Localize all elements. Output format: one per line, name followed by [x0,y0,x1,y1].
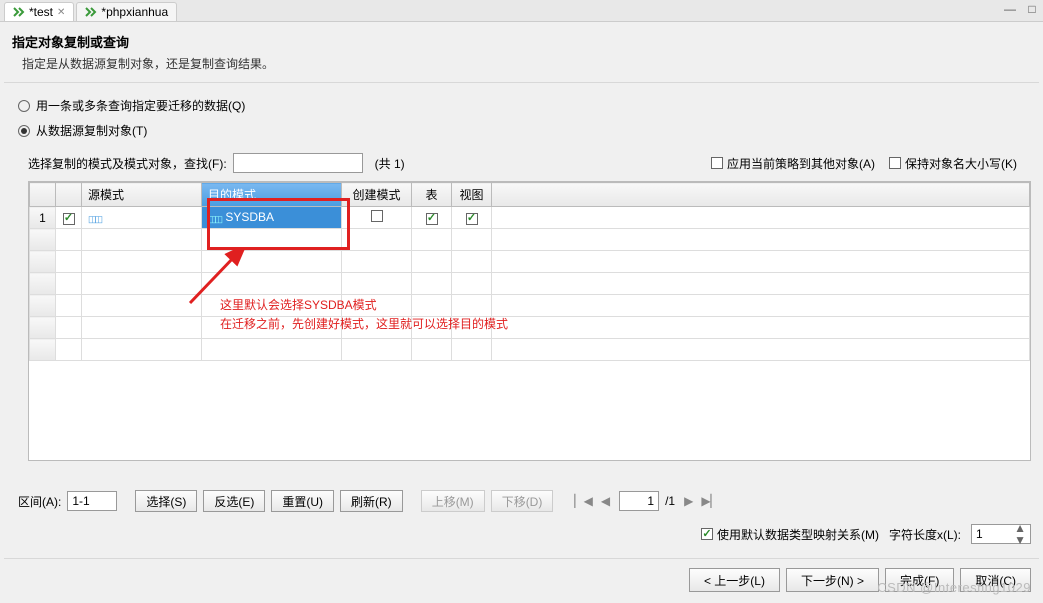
apply-policy-option[interactable]: 应用当前策略到其他对象(A) [711,155,875,172]
spinner[interactable]: ▲▼ [1014,522,1026,546]
table-controls: 区间(A): 选择(S) 反选(E) 重置(U) 刷新(R) 上移(M) 下移(… [18,490,1031,512]
col-rownum [30,183,56,207]
opt-label: 使用默认数据类型映射关系(M) [717,526,879,543]
invert-button[interactable]: 反选(E) [203,490,265,512]
radio-label: 从数据源复制对象(T) [36,122,147,139]
opt-label: 应用当前策略到其他对象(A) [727,155,875,172]
col-create-schema[interactable]: 创建模式 [342,183,412,207]
radio-icon [18,125,30,137]
checkbox-icon [889,157,901,169]
mapping-controls: 使用默认数据类型映射关系(M) 字符长度x(L): 1 ▲▼ [18,524,1031,544]
mode-radio-group: 用一条或多条查询指定要迁移的数据(Q) 从数据源复制对象(T) [0,83,1043,147]
maximize-icon[interactable]: □ [1025,2,1039,16]
schema-icon [208,211,222,225]
col-dest-schema[interactable]: 目的模式 [202,183,342,207]
char-len-field[interactable]: 1 ▲▼ [971,524,1031,544]
col-table[interactable]: 表 [412,183,452,207]
tab-label: *test [29,5,53,19]
col-view[interactable]: 视图 [452,183,492,207]
annotation-line1: 这里默认会选择SYSDBA模式 [220,296,508,315]
minimize-icon[interactable]: — [1003,2,1017,16]
col-source-schema[interactable]: 源模式 [82,183,202,207]
find-label: 选择复制的模式及模式对象，查找(F): [28,155,227,172]
char-len-label: 字符长度x(L): [889,526,961,543]
table-row[interactable]: 1 SYSDBA [30,207,1030,229]
pager: ▶ ▶▏ [681,494,723,508]
checkbox-icon [701,528,713,540]
table-header-row: 源模式 目的模式 创建模式 表 视图 [30,183,1030,207]
wizard-nav: < 上一步(L) 下一步(N) > 完成(F) 取消(C) [689,568,1031,592]
move-down-button: 下移(D) [491,490,554,512]
prev-button[interactable]: < 上一步(L) [689,568,780,592]
tab-phpxianhua[interactable]: *phpxianhua [76,2,177,21]
cell-dest-schema[interactable]: SYSDBA [202,207,342,229]
row-check[interactable] [63,213,75,225]
tab-test[interactable]: *test ✕ [4,2,74,21]
page-input[interactable] [619,491,659,511]
annotation-line2: 在迁移之前，先创建好模式，这里就可以选择目的模式 [220,315,508,334]
first-page-icon[interactable]: ▏◀ [571,494,595,508]
next-page-icon[interactable]: ▶ [681,494,696,508]
radio-from-source[interactable]: 从数据源复制对象(T) [18,118,1025,143]
migration-icon [13,6,25,18]
opt-label: 保持对象名大小写(K) [905,155,1017,172]
find-row: 选择复制的模式及模式对象，查找(F): (共 1) 应用当前策略到其他对象(A)… [0,147,1043,177]
cancel-button[interactable]: 取消(C) [960,568,1031,592]
tab-label: *phpxianhua [101,5,168,19]
range-input[interactable] [67,491,117,511]
page-subtitle: 指定是从数据源复制对象，还是复制查询结果。 [0,55,1043,82]
next-button[interactable]: 下一步(N) > [786,568,879,592]
select-button[interactable]: 选择(S) [135,490,197,512]
tab-bar: *test ✕ *phpxianhua — □ [0,0,1043,22]
col-check [56,183,82,207]
use-default-map[interactable]: 使用默认数据类型映射关系(M) [701,526,879,543]
reset-button[interactable]: 重置(U) [271,490,334,512]
range-label: 区间(A): [18,493,61,510]
create-schema-check[interactable] [371,210,383,222]
schema-icon [88,211,102,225]
page-total: /1 [665,494,675,508]
row-num: 1 [30,207,56,229]
cell-source-schema[interactable] [82,207,202,229]
radio-query[interactable]: 用一条或多条查询指定要迁移的数据(Q) [18,93,1025,118]
radio-icon [18,100,30,112]
char-len-value: 1 [976,527,983,541]
finish-button[interactable]: 完成(F) [885,568,954,592]
table-check[interactable] [426,213,438,225]
schema-table: 源模式 目的模式 创建模式 表 视图 1 SYSDBA [28,181,1031,461]
radio-label: 用一条或多条查询指定要迁移的数据(Q) [36,97,245,114]
find-input[interactable] [233,153,363,173]
refresh-button[interactable]: 刷新(R) [340,490,403,512]
view-check[interactable] [466,213,478,225]
keep-case-option[interactable]: 保持对象名大小写(K) [889,155,1017,172]
prev-page-icon[interactable]: ◀ [598,494,613,508]
annotation-text: 这里默认会选择SYSDBA模式 在迁移之前，先创建好模式，这里就可以选择目的模式 [220,296,508,334]
move-up-button: 上移(M) [421,490,485,512]
last-page-icon[interactable]: ▶▏ [698,494,722,508]
page-title: 指定对象复制或查询 [0,22,1043,55]
col-spacer [492,183,1030,207]
close-icon[interactable]: ✕ [57,7,65,18]
pager: ▏◀ ◀ [571,494,613,508]
dest-schema-value: SYSDBA [225,210,274,224]
migration-icon [85,6,97,18]
checkbox-icon [711,157,723,169]
find-count: (共 1) [375,155,405,172]
window-controls: — □ [1003,2,1039,16]
